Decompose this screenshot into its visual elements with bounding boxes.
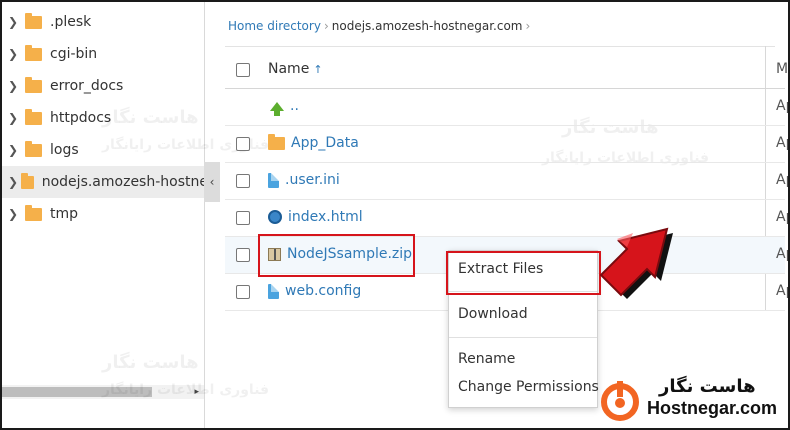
menu-separator	[449, 337, 597, 338]
row-checkbox[interactable]	[236, 285, 250, 299]
collapse-tree-handle[interactable]: ‹	[204, 162, 220, 202]
logo-english-text: Hostnegar.com	[647, 398, 778, 418]
breadcrumb-separator: ›	[323, 19, 329, 33]
file-icon	[268, 283, 279, 299]
file-name: web.config	[285, 283, 362, 299]
chevron-right-icon[interactable]: ❯	[8, 143, 22, 157]
zip-file-highlight-box	[258, 234, 415, 277]
modified-value: Ap	[776, 135, 788, 151]
breadcrumb-separator: ›	[525, 19, 531, 33]
tree-item-label: tmp	[50, 206, 79, 222]
chevron-right-icon[interactable]: ❯	[8, 79, 22, 93]
file-name-link[interactable]: web.config	[268, 283, 361, 299]
file-name: ..	[290, 98, 299, 114]
tree-item-plesk[interactable]: ❯ .plesk	[2, 6, 204, 38]
table-header: Name↑ Me	[225, 52, 788, 89]
table-row[interactable]: App_Data Ap	[225, 126, 788, 163]
modified-value: Ap	[776, 209, 788, 225]
file-name: App_Data	[291, 135, 359, 151]
modified-value: Ap	[776, 172, 788, 188]
tree-item-label: nodejs.amozesh-hostnegar.com	[41, 174, 205, 190]
power-logo-icon	[601, 381, 639, 421]
extract-files-highlight-box	[446, 251, 601, 295]
tree-item-error-docs[interactable]: ❯ error_docs	[2, 70, 204, 102]
breadcrumb-home-link[interactable]: Home directory	[228, 19, 321, 33]
html-file-icon	[268, 210, 282, 224]
folder-icon	[25, 108, 42, 125]
modified-column-header[interactable]: Me	[776, 61, 788, 77]
file-name: .user.ini	[285, 172, 340, 188]
watermark-text: هاست نگار	[102, 107, 199, 128]
chevron-right-icon[interactable]: ❯	[8, 207, 22, 221]
modified-value: Ap	[776, 98, 788, 114]
chevron-right-icon[interactable]: ❯	[8, 15, 22, 29]
row-checkbox[interactable]	[236, 137, 250, 151]
folder-icon	[268, 133, 285, 150]
divider	[225, 46, 775, 47]
name-column-header[interactable]: Name ↑	[268, 61, 323, 77]
folder-icon	[25, 140, 42, 157]
chevron-right-icon[interactable]: ❯	[8, 111, 22, 125]
folder-icon	[25, 12, 42, 29]
file-manager-window: ❯ .plesk ❯ cgi-bin ❯ error_docs ❯ httpdo…	[0, 0, 790, 430]
folder-icon	[21, 172, 34, 189]
modified-value: Ap	[776, 246, 788, 262]
file-name-link[interactable]: .user.ini	[268, 172, 340, 188]
select-all-checkbox[interactable]	[236, 63, 250, 77]
file-name-link[interactable]: index.html	[268, 209, 363, 225]
folder-icon	[25, 44, 42, 61]
menu-item-download[interactable]: Download	[458, 306, 528, 322]
row-checkbox[interactable]	[236, 211, 250, 225]
tree-item-nodejs[interactable]: ❯ nodejs.amozesh-hostnegar.com	[2, 166, 205, 198]
tree-item-label: .plesk	[50, 14, 92, 30]
file-name-link[interactable]: ..	[270, 98, 299, 116]
table-row[interactable]: index.html Ap	[225, 200, 788, 237]
file-name: index.html	[288, 209, 363, 225]
tree-item-label: cgi-bin	[50, 46, 98, 62]
table-row[interactable]: .user.ini Ap	[225, 163, 788, 200]
logo-persian-text: هاست نگار	[659, 376, 756, 397]
breadcrumb-current: nodejs.amozesh-hostnegar.com	[331, 19, 523, 33]
tree-item-cgi-bin[interactable]: ❯ cgi-bin	[2, 38, 204, 70]
file-name-link[interactable]: App_Data	[268, 133, 359, 151]
menu-item-rename[interactable]: Rename	[458, 351, 515, 367]
menu-item-change-permissions[interactable]: Change Permissions	[458, 379, 599, 395]
breadcrumb: Home directory › nodejs.amozesh-hostnegar.…	[228, 19, 533, 33]
sort-ascending-icon: ↑	[313, 62, 323, 76]
watermark-text: هاست نگار	[102, 352, 199, 373]
row-checkbox[interactable]	[236, 248, 250, 262]
row-checkbox[interactable]	[236, 174, 250, 188]
modified-value: Ap	[776, 283, 788, 299]
tree-item-label: logs	[50, 142, 79, 158]
file-icon	[268, 172, 279, 188]
up-arrow-icon	[270, 101, 284, 116]
hostnegar-logo: هاست نگار Hostnegar.com	[599, 374, 784, 424]
tree-item-label: error_docs	[50, 78, 124, 94]
red-arrow-icon	[599, 227, 673, 299]
folder-icon	[25, 204, 42, 221]
folder-icon	[25, 76, 42, 93]
chevron-right-icon[interactable]: ❯	[8, 175, 18, 189]
tree-item-tmp[interactable]: ❯ tmp	[2, 198, 204, 230]
chevron-right-icon[interactable]: ❯	[8, 47, 22, 61]
table-row[interactable]: .. Ap	[225, 89, 788, 126]
name-header-label: Name	[268, 61, 310, 77]
